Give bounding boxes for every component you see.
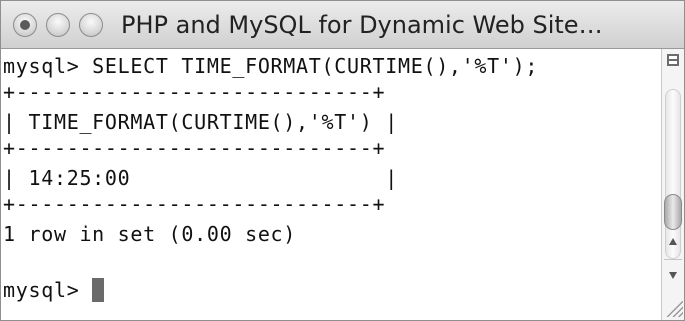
terminal-line-border-bottom: +----------------------------+ [3, 192, 386, 216]
split-pane-icon[interactable] [667, 54, 679, 66]
close-button-icon[interactable] [13, 13, 37, 37]
vertical-scrollbar[interactable] [661, 49, 684, 320]
resize-grip-icon[interactable] [667, 301, 683, 317]
terminal-line-value: | 14:25:00 | [3, 166, 398, 190]
zoom-button-icon[interactable] [79, 13, 103, 37]
text-cursor [92, 278, 105, 302]
title-bar[interactable]: PHP and MySQL for Dynamic Web Site… [1, 1, 684, 49]
terminal-line-header: | TIME_FORMAT(CURTIME(),'%T') | [3, 110, 398, 134]
terminal-line-prompt[interactable]: mysql> [3, 277, 105, 303]
close-button-dot [20, 20, 30, 30]
minimize-button-icon[interactable] [46, 13, 70, 37]
terminal-line-status: 1 row in set (0.00 sec) [3, 222, 297, 246]
arrow-down-icon[interactable] [669, 272, 677, 279]
terminal-line-border-top: +----------------------------+ [3, 80, 386, 104]
terminal-window: PHP and MySQL for Dynamic Web Site… mysq… [0, 0, 685, 321]
scroll-track[interactable] [665, 89, 681, 259]
terminal-output[interactable]: mysql> SELECT TIME_FORMAT(CURTIME(),'%T'… [1, 49, 661, 320]
terminal-line-border-mid: +----------------------------+ [3, 136, 386, 160]
scroll-arrow-divider [664, 259, 682, 260]
arrow-up-icon[interactable] [669, 238, 677, 245]
window-title: PHP and MySQL for Dynamic Web Site… [121, 11, 603, 39]
prompt-text: mysql> [3, 278, 93, 302]
terminal-line-query: mysql> SELECT TIME_FORMAT(CURTIME(),'%T'… [3, 54, 539, 78]
scroll-thumb[interactable] [664, 194, 682, 230]
